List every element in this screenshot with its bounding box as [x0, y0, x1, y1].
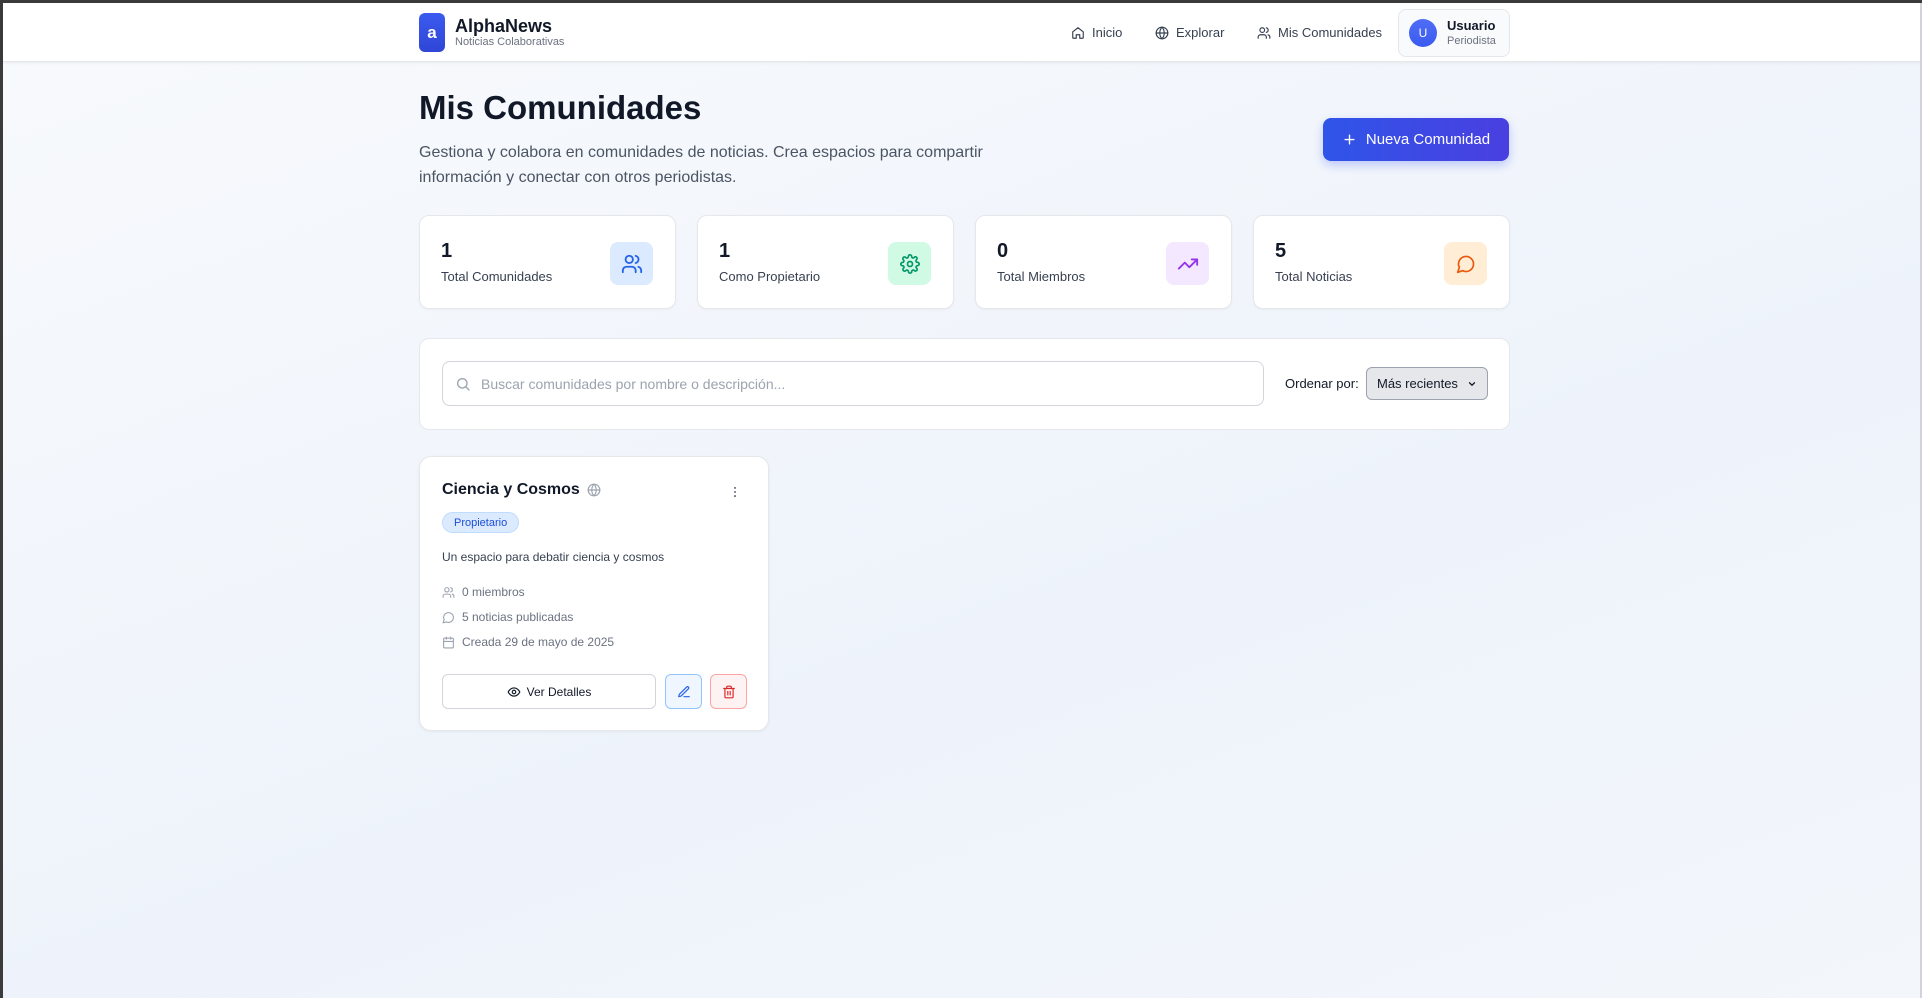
- search-box[interactable]: [442, 361, 1264, 406]
- community-description: Un espacio para debatir ciencia y cosmos: [442, 550, 665, 564]
- news-count: 5 noticias publicadas: [442, 610, 573, 624]
- search-input[interactable]: [481, 375, 1251, 392]
- gear-icon: [888, 242, 931, 285]
- stat-card-total-comunidades: 1 Total Comunidades: [419, 215, 676, 309]
- pencil-icon: [677, 685, 691, 699]
- user-name: Usuario: [1447, 18, 1496, 33]
- nav-mis-comunidades-label: Mis Comunidades: [1278, 25, 1383, 40]
- message-circle-icon: [1444, 242, 1487, 285]
- stat-card-como-propietario: 1 Como Propietario: [697, 215, 954, 309]
- users-icon: [442, 586, 455, 599]
- plus-icon: [1342, 132, 1357, 147]
- stat-value: 1: [441, 240, 453, 262]
- avatar: U: [1409, 19, 1437, 47]
- more-options-icon[interactable]: [728, 485, 742, 504]
- stat-value: 5: [1275, 240, 1287, 262]
- role-badge: Propietario: [442, 512, 520, 533]
- brand-subtitle: Noticias Colaborativas: [455, 36, 565, 48]
- stat-card-total-noticias: 5 Total Noticias: [1253, 215, 1510, 309]
- page-title: Mis Comunidades: [419, 89, 702, 126]
- nav-mis-comunidades[interactable]: Mis Comunidades: [1257, 25, 1382, 40]
- globe-icon: [587, 483, 601, 497]
- members-count: 0 miembros: [442, 585, 525, 599]
- users-icon: [610, 242, 653, 285]
- edit-button[interactable]: [665, 674, 702, 709]
- page-description: Gestiona y colabora en comunidades de no…: [419, 144, 983, 186]
- sort-label: Ordenar por:: [1285, 376, 1359, 391]
- calendar-icon: [442, 636, 455, 649]
- view-details-label: Ver Detalles: [526, 684, 592, 699]
- home-icon: [1071, 26, 1085, 40]
- user-role: Periodista: [1447, 35, 1496, 47]
- trash-icon: [722, 685, 736, 699]
- eye-icon: [507, 685, 521, 699]
- community-card: Ciencia y Cosmos Propietario Un espacio …: [419, 456, 769, 731]
- nav-inicio-label: Inicio: [1092, 25, 1123, 40]
- view-details-button[interactable]: Ver Detalles: [442, 674, 656, 709]
- brand[interactable]: a AlphaNews Noticias Colaborativas: [419, 13, 564, 52]
- nav-explorar-label: Explorar: [1176, 25, 1225, 40]
- search-filter-panel: Ordenar por: Más recientes: [419, 338, 1510, 430]
- news-text: 5 noticias publicadas: [462, 610, 574, 624]
- sort-select[interactable]: Más recientes: [1366, 367, 1488, 400]
- stat-label: Total Comunidades: [441, 269, 553, 284]
- stat-value: 1: [719, 240, 731, 262]
- delete-button[interactable]: [710, 674, 747, 709]
- nav-explorar[interactable]: Explorar: [1155, 25, 1224, 40]
- brand-logo: a: [419, 13, 445, 52]
- new-community-button[interactable]: Nueva Comunidad: [1323, 118, 1509, 161]
- trending-up-icon: [1166, 242, 1209, 285]
- new-community-label: Nueva Comunidad: [1365, 131, 1491, 148]
- brand-title: AlphaNews: [455, 16, 553, 36]
- nav-inicio[interactable]: Inicio: [1071, 25, 1122, 40]
- sort-selected-value: Más recientes: [1377, 376, 1458, 391]
- community-name[interactable]: Ciencia y Cosmos: [442, 481, 580, 499]
- stat-label: Total Noticias: [1275, 269, 1353, 284]
- users-icon: [1257, 26, 1271, 40]
- stat-label: Como Propietario: [719, 269, 821, 284]
- created-date: Creada 29 de mayo de 2025: [442, 635, 614, 649]
- created-text: Creada 29 de mayo de 2025: [462, 635, 615, 649]
- top-navbar: a AlphaNews Noticias Colaborativas Inici…: [3, 3, 1922, 62]
- stat-label: Total Miembros: [997, 269, 1086, 284]
- chevron-down-icon: [1467, 379, 1477, 389]
- user-menu[interactable]: U Usuario Periodista: [1398, 9, 1510, 57]
- globe-icon: [1155, 26, 1169, 40]
- members-text: 0 miembros: [462, 585, 525, 599]
- search-icon: [455, 376, 471, 392]
- message-circle-icon: [442, 611, 455, 624]
- stat-card-total-miembros: 0 Total Miembros: [975, 215, 1232, 309]
- stat-value: 0: [997, 240, 1009, 262]
